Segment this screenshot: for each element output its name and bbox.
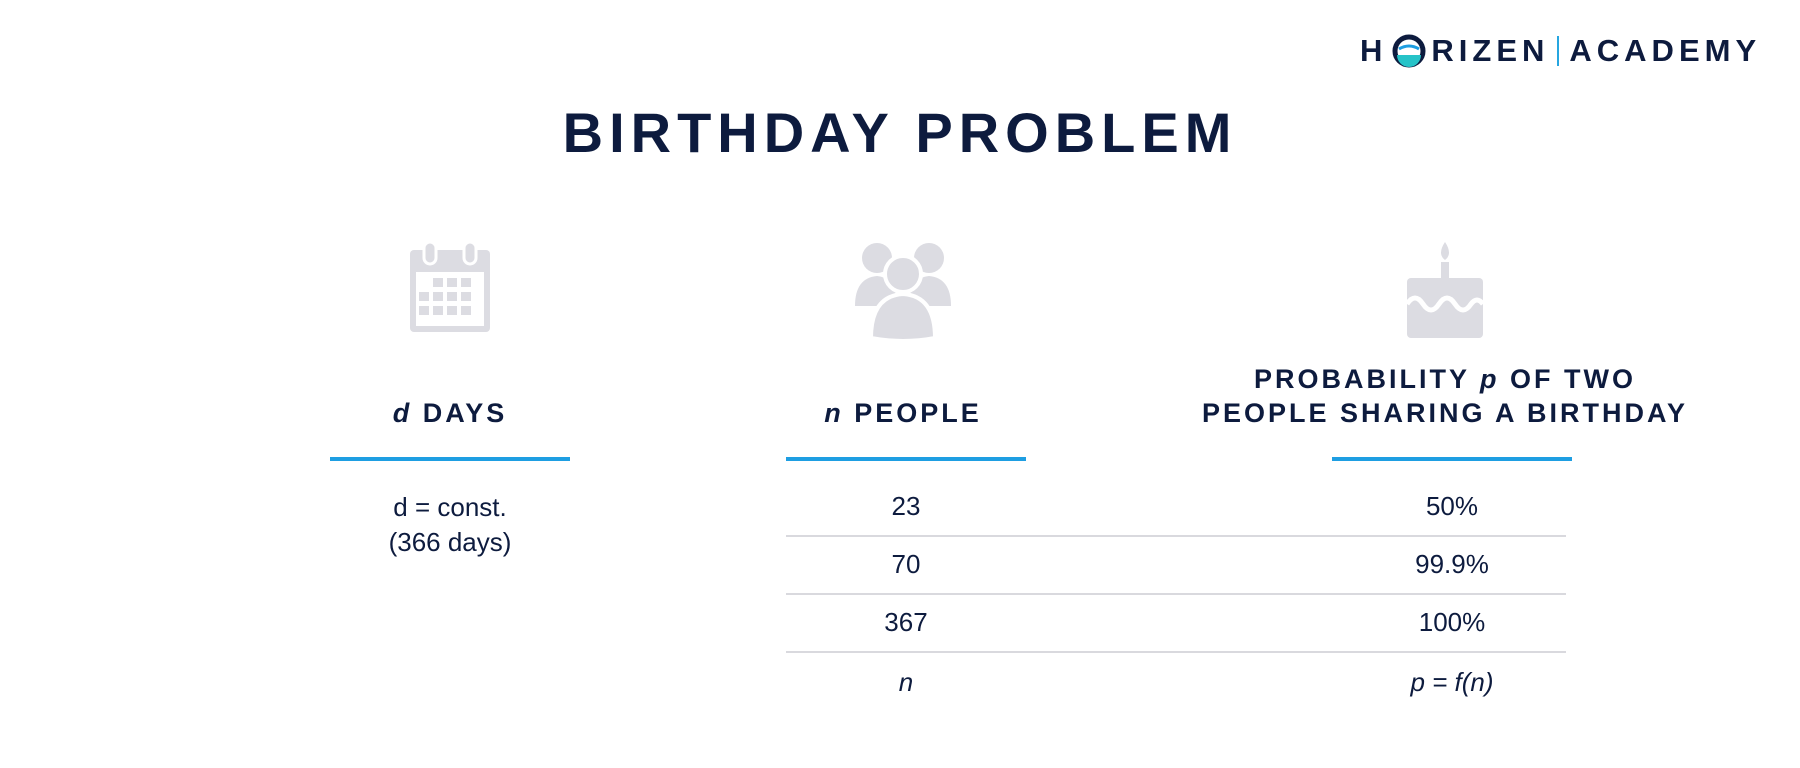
days-value-line2: (366 days) — [388, 527, 512, 557]
var-n: n — [824, 398, 844, 428]
heading-days: d DAYS — [190, 396, 710, 430]
logo-text-academy: ACADEMY — [1569, 33, 1762, 68]
birthday-cake-icon — [1395, 240, 1495, 340]
days-value-line1: d = const. — [393, 492, 507, 522]
heading-days-label: DAYS — [422, 398, 508, 428]
people-cell: 23 — [891, 491, 921, 521]
heading-probability-line2: PEOPLE SHARING A BIRTHDAY — [1201, 398, 1689, 428]
heading-people-label: PEOPLE — [854, 398, 982, 428]
logo-text-rizen: RIZEN — [1431, 33, 1550, 68]
logo-separator — [1557, 36, 1560, 66]
people-cell: n — [898, 667, 914, 697]
logo-text-h: H — [1360, 33, 1388, 68]
people-underline — [786, 457, 1026, 461]
probability-cell: p = f(n) — [1410, 667, 1494, 697]
probability-underline — [1332, 457, 1572, 461]
probability-cell: 99.9% — [1415, 549, 1489, 579]
heading-probability: PROBABILITY p OF TWO PEOPLE SHARING A BI… — [1185, 362, 1705, 430]
table-row: n p = f(n) — [786, 653, 1566, 711]
heading-people: n PEOPLE — [643, 396, 1163, 430]
var-p: p — [1480, 364, 1500, 394]
people-cell: 367 — [884, 607, 928, 637]
people-cell: 70 — [891, 549, 921, 579]
heading-probability-line1: PROBABILITY p OF TWO — [1185, 362, 1705, 396]
horizen-academy-logo: H RIZEN ACADEMY — [1360, 30, 1761, 72]
probability-cell: 100% — [1418, 607, 1486, 637]
table-row: 367 100% — [786, 593, 1566, 653]
people-group-icon — [853, 240, 953, 340]
logo-o-icon — [1391, 33, 1427, 69]
days-underline — [330, 457, 570, 461]
calendar-icon — [400, 240, 500, 340]
heading-probability-suffix: OF TWO — [1499, 364, 1636, 394]
table-row: 23 50% — [786, 477, 1566, 537]
heading-probability-prefix: PROBABILITY — [1254, 364, 1481, 394]
page-title: BIRTHDAY PROBLEM — [562, 101, 1238, 164]
days-value: d = const. (366 days) — [330, 490, 570, 560]
table-row: 70 99.9% — [786, 535, 1566, 595]
probability-cell: 50% — [1425, 491, 1479, 521]
var-d: d — [392, 398, 413, 428]
